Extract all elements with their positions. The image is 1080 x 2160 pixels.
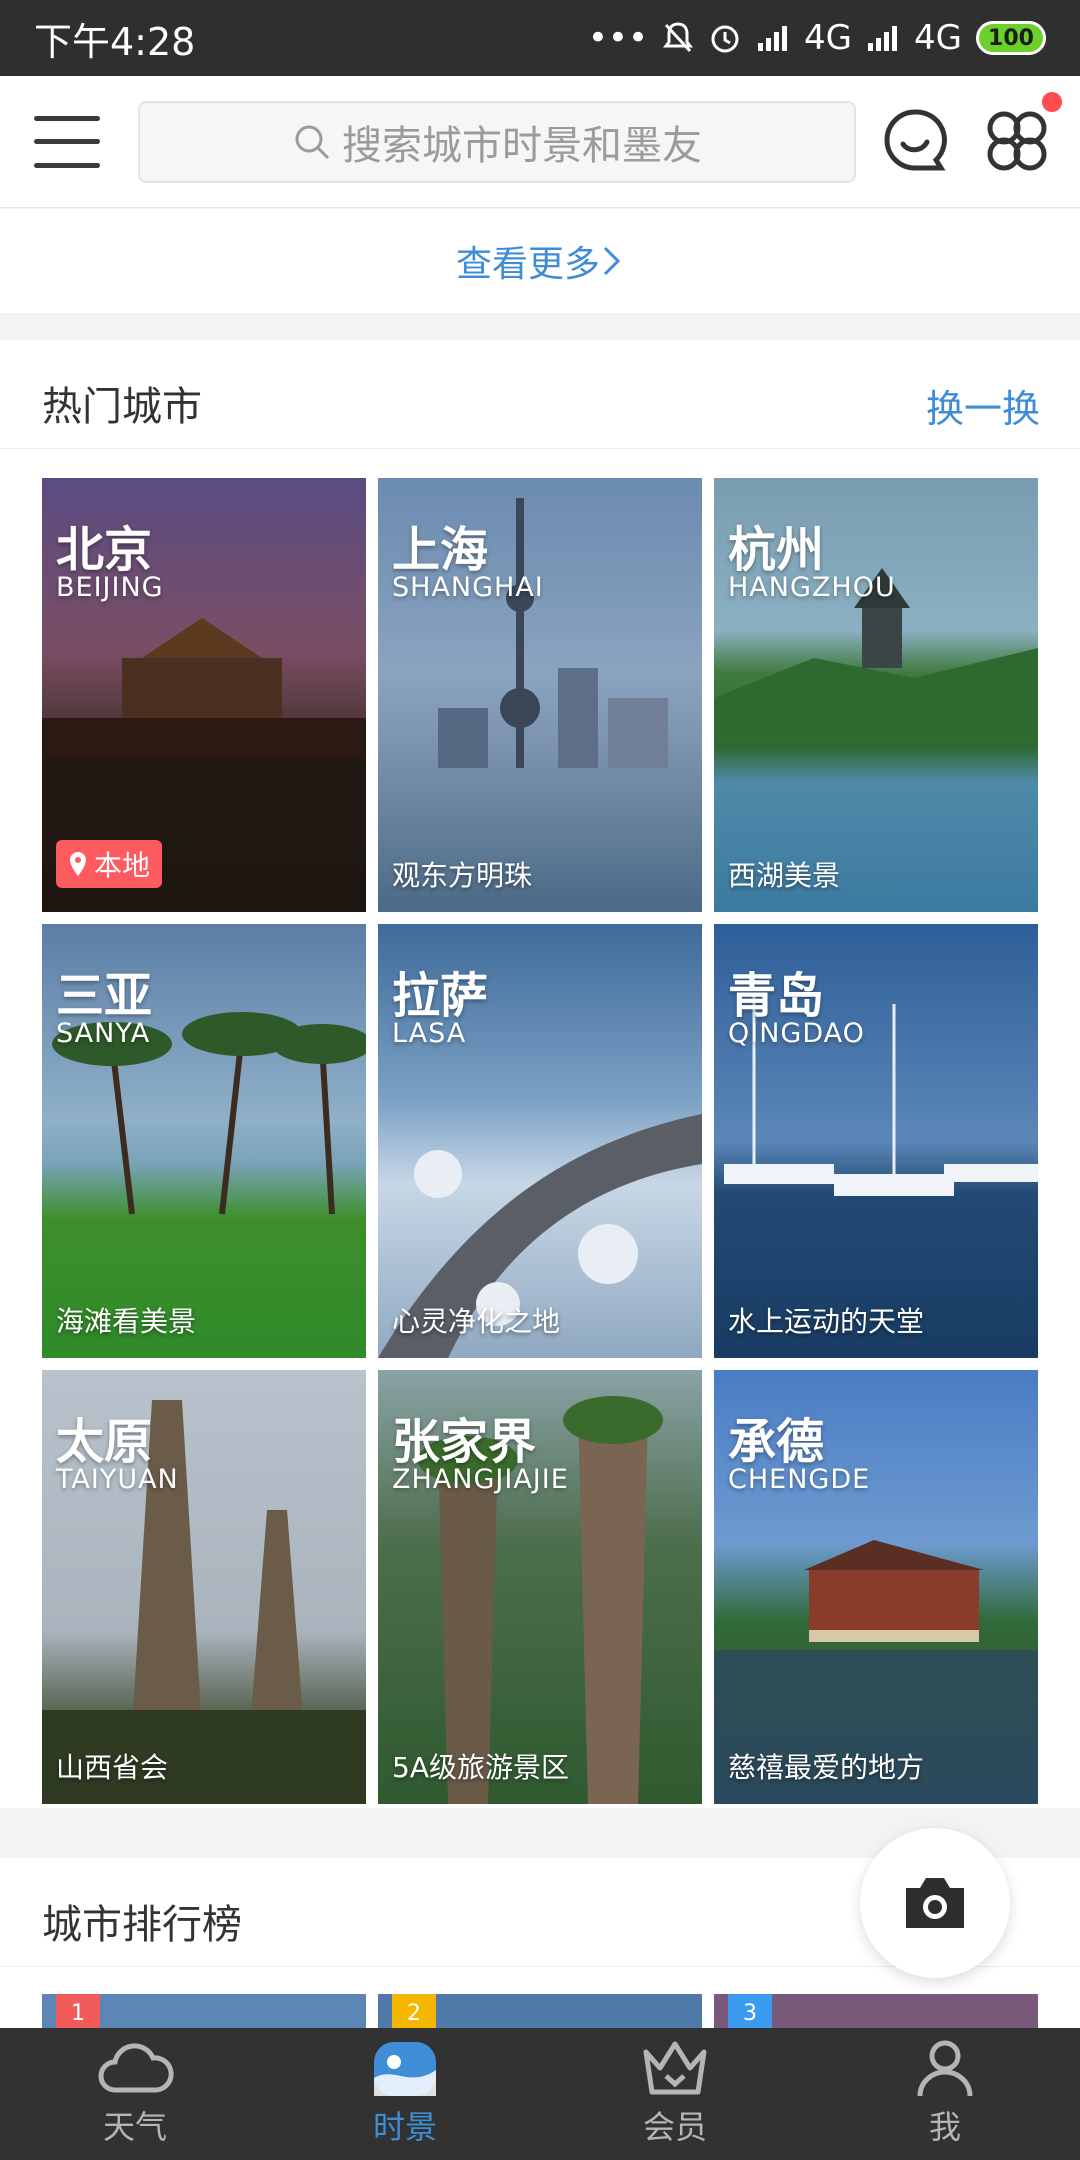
city-card[interactable]: 拉萨 LASA 心灵净化之地 — [378, 924, 702, 1358]
nav-tab-weather[interactable]: 天气 — [0, 2028, 270, 2160]
city-name-cn: 张家界 — [392, 1414, 537, 1470]
city-card[interactable]: 太原 TAIYUAN 山西省会 — [42, 1370, 366, 1804]
menu-icon[interactable] — [34, 115, 100, 168]
nav-tab-scenery[interactable]: 时景 — [270, 2028, 540, 2160]
notification-dot — [1042, 92, 1062, 112]
status-icons: ••• 4G 4G 100 — [588, 18, 1046, 58]
city-card[interactable]: 三亚 SANYA 海滩看美景 — [42, 924, 366, 1358]
bell-muted-icon — [663, 22, 694, 53]
refresh-button[interactable]: 换一换 — [926, 378, 1040, 433]
person-icon — [917, 2040, 973, 2097]
rank-number: 2 — [392, 1994, 436, 2028]
search-icon — [295, 125, 330, 159]
scenery-icon — [374, 2042, 436, 2096]
city-caption: 观东方明珠 — [392, 859, 533, 892]
city-name-en: LASA — [392, 1018, 467, 1049]
cloud-icon — [98, 2043, 174, 2093]
city-card[interactable]: 张家界 ZHANGJIAJIE 5A级旅游景区 — [378, 1370, 702, 1804]
top-bar: 搜索城市时景和墨友 — [0, 76, 1080, 208]
hd-signal-icon — [758, 26, 788, 51]
city-caption: 慈禧最爱的地方 — [728, 1751, 925, 1784]
status-bar: 下午4:28 ••• 4G 4G 100 — [0, 0, 1080, 76]
see-more-label: 查看更多 — [455, 244, 600, 285]
search-placeholder: 搜索城市时景和墨友 — [342, 122, 702, 169]
alarm-icon — [711, 25, 739, 53]
city-name-en: SHANGHAI — [392, 572, 544, 603]
city-card[interactable]: 青岛 QINGDAO 水上运动的天堂 — [714, 924, 1038, 1358]
crown-icon — [643, 2041, 707, 2095]
city-name-en: SANYA — [56, 1018, 151, 1049]
nav-label: 会员 — [642, 2108, 707, 2146]
city-name-en: CHENGDE — [728, 1464, 871, 1495]
city-caption: 西湖美景 — [728, 859, 841, 892]
city-caption: 山西省会 — [56, 1751, 169, 1784]
city-caption: 海滩看美景 — [56, 1305, 197, 1338]
nav-tab-me[interactable]: 我 — [810, 2028, 1080, 2160]
rank-number: 3 — [728, 1994, 772, 2028]
nav-label: 时景 — [372, 2108, 437, 2146]
rank-card[interactable]: 2 — [378, 1994, 702, 2028]
city-card[interactable]: 杭州 HANGZHOU 西湖美景 — [714, 478, 1038, 912]
city-name-en: HANGZHOU — [728, 572, 896, 603]
city-name-en: BEIJING — [56, 572, 164, 603]
divider — [0, 448, 1080, 449]
signal-icon — [868, 26, 898, 51]
city-name-en: QINGDAO — [728, 1018, 865, 1049]
city-card[interactable]: 北京 BEIJING 本地 — [42, 478, 366, 912]
city-name-en: TAIYUAN — [56, 1464, 179, 1495]
location-pin-icon — [70, 852, 86, 876]
rank-number: 1 — [56, 1994, 100, 2028]
local-badge-label: 本地 — [94, 849, 151, 882]
local-badge: 本地 — [56, 840, 163, 888]
city-name-cn: 杭州 — [728, 522, 825, 578]
city-caption: 心灵净化之地 — [392, 1305, 561, 1338]
city-name-cn: 承德 — [728, 1414, 825, 1470]
city-name-cn: 北京 — [56, 522, 153, 578]
section-title: 城市排行榜 — [42, 1902, 242, 1948]
city-name-cn: 太原 — [56, 1414, 153, 1470]
rank-card[interactable]: 3 — [714, 1994, 1038, 2028]
city-caption: 水上运动的天堂 — [728, 1305, 925, 1338]
more-dots-icon: ••• — [587, 18, 649, 58]
camera-button[interactable] — [860, 1828, 1010, 1978]
network-type-2: 4G — [914, 18, 962, 58]
apps-grid-icon[interactable] — [982, 106, 1052, 176]
hot-cities-section: 热门城市 换一换 北京 BEIJING 本地 上海 SHANGHAI 观东方明珠… — [0, 340, 1080, 1808]
section-title: 热门城市 — [42, 384, 202, 430]
network-type-1: 4G — [804, 18, 853, 58]
see-more-link[interactable]: 查看更多 — [0, 209, 1080, 313]
city-name-cn: 三亚 — [56, 968, 153, 1024]
city-caption: 5A级旅游景区 — [392, 1751, 569, 1784]
status-time: 下午4:28 — [34, 19, 196, 64]
city-name-en: ZHANGJIAJIE — [392, 1464, 569, 1495]
nav-label: 我 — [928, 2108, 961, 2146]
rank-card[interactable]: 1 — [42, 1994, 366, 2028]
city-name-cn: 拉萨 — [392, 968, 489, 1024]
city-name-cn: 上海 — [392, 522, 489, 578]
city-card[interactable]: 上海 SHANGHAI 观东方明珠 — [378, 478, 702, 912]
nav-label: 天气 — [102, 2108, 167, 2146]
camera-icon — [906, 1878, 964, 1928]
city-card[interactable]: 承德 CHENGDE 慈禧最爱的地方 — [714, 1370, 1038, 1804]
search-input[interactable]: 搜索城市时景和墨友 — [138, 100, 856, 183]
bottom-nav: 天气 时景 会员 我 — [0, 2028, 1080, 2160]
chat-icon[interactable] — [880, 106, 950, 176]
nav-tab-membership[interactable]: 会员 — [540, 2028, 810, 2160]
city-name-cn: 青岛 — [728, 968, 825, 1024]
chevron-right-icon — [603, 246, 621, 276]
battery-icon: 100 — [976, 21, 1046, 55]
